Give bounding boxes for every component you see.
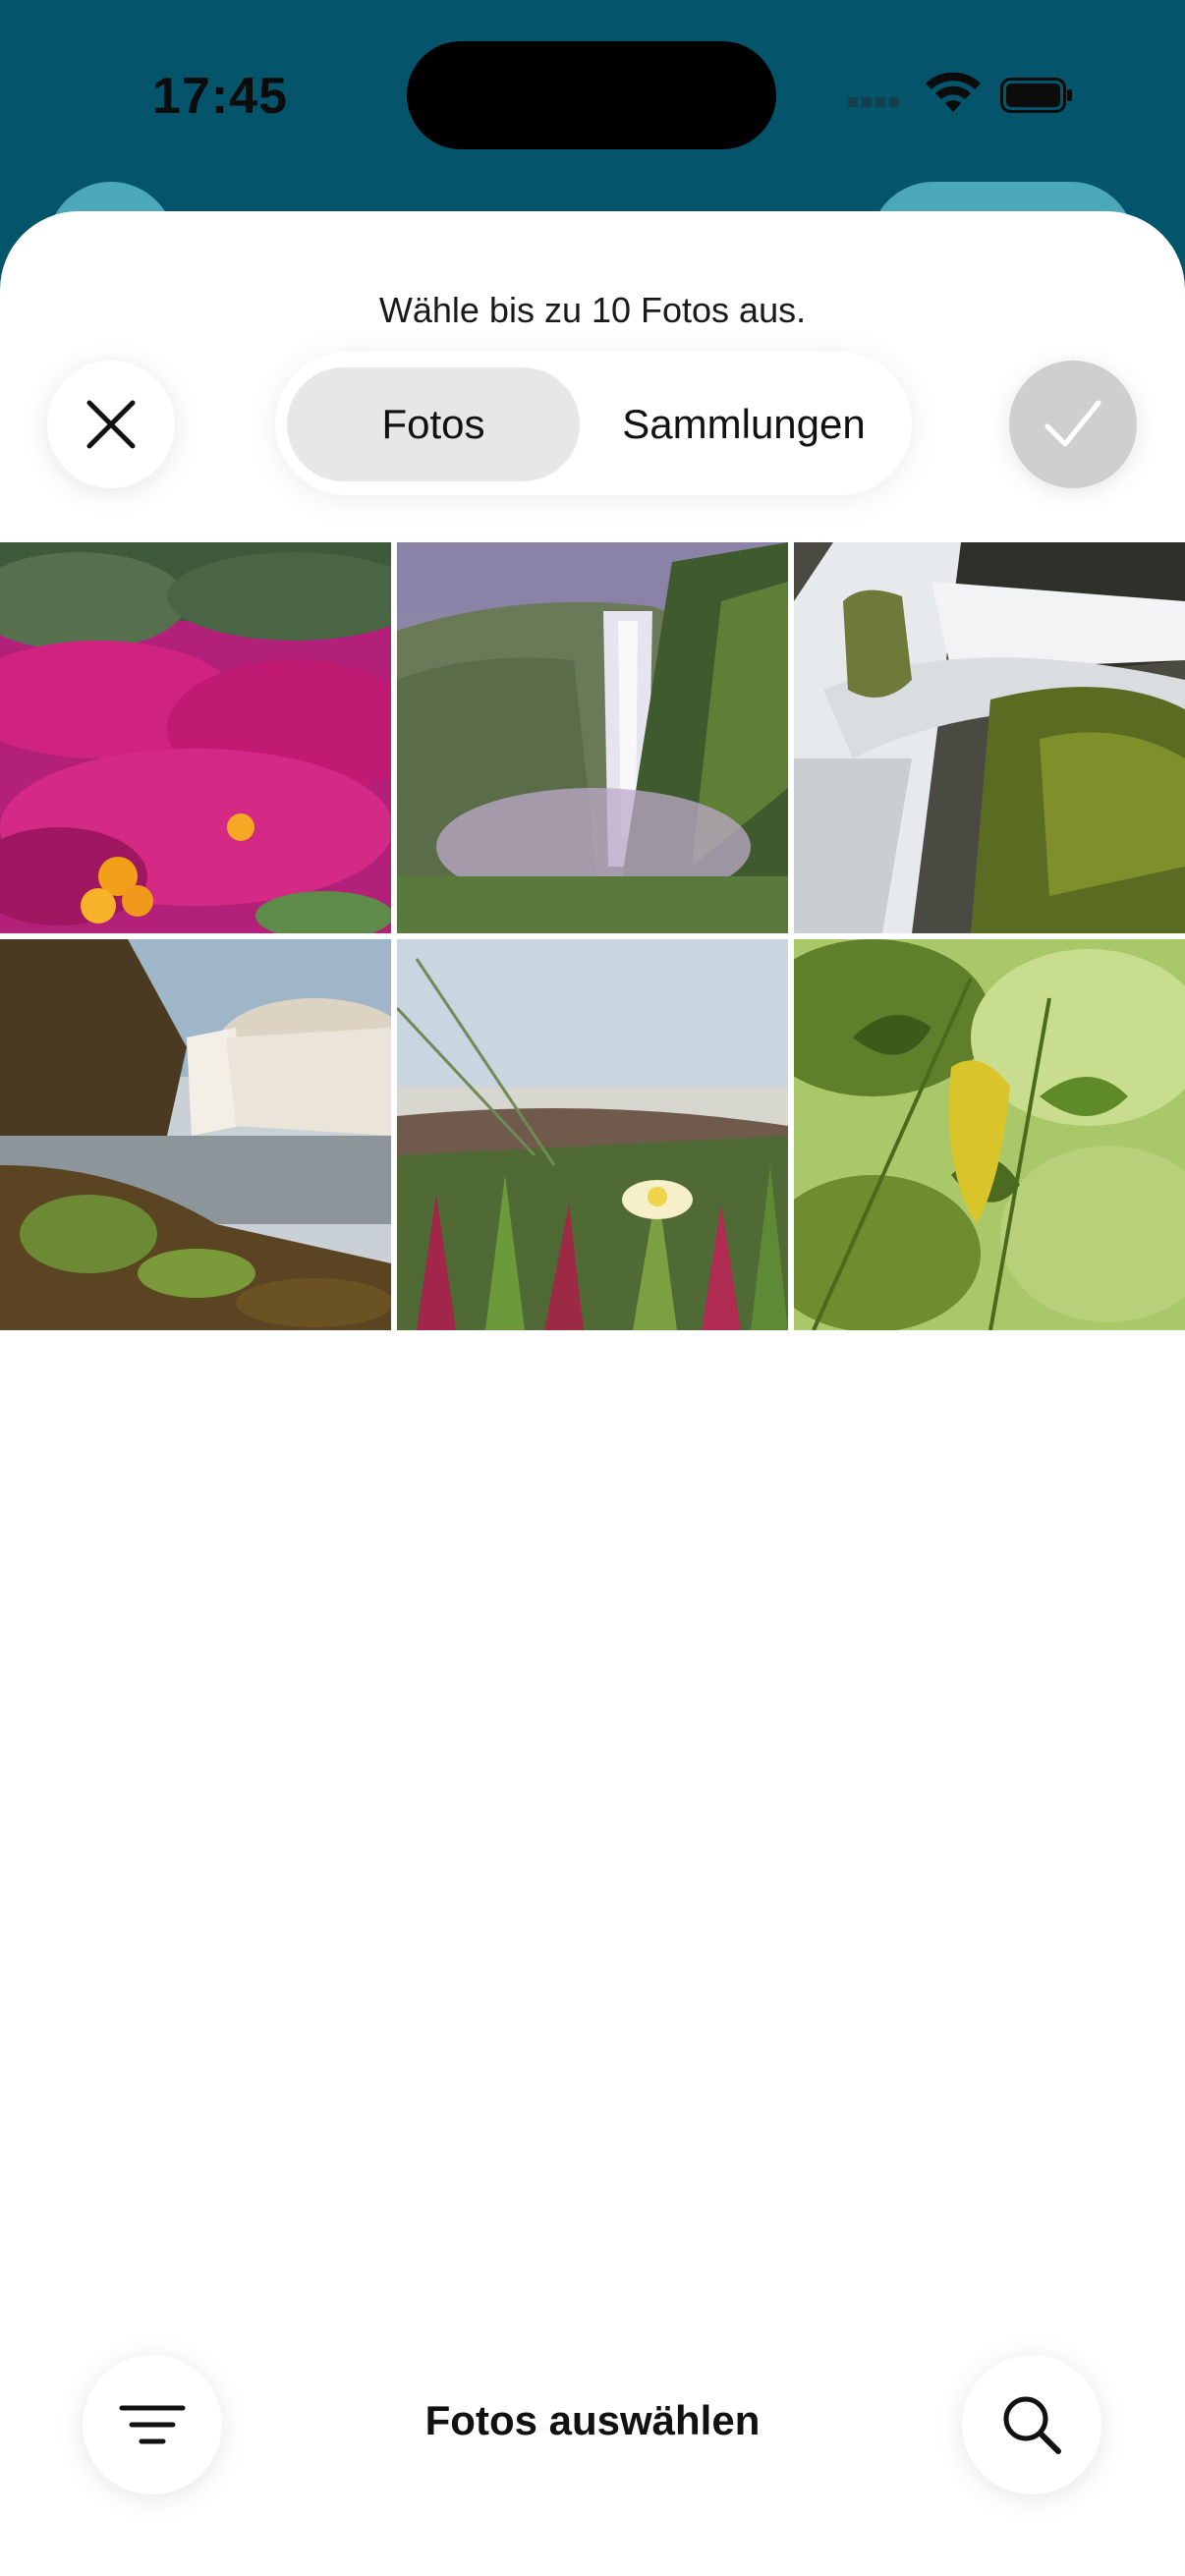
search-icon	[1003, 2396, 1061, 2454]
confirm-button[interactable]	[1009, 361, 1137, 488]
selection-limit-text: Wähle bis zu 10 Fotos aus.	[378, 290, 807, 330]
photo-thumbnail[interactable]	[794, 542, 1185, 933]
photo-thumbnail[interactable]	[0, 542, 391, 933]
cellular-signal-icon	[848, 94, 903, 112]
photo-thumbnail[interactable]	[397, 939, 788, 1330]
close-button[interactable]	[47, 361, 175, 488]
segmented-control: Fotos Sammlungen	[275, 352, 912, 495]
close-icon	[86, 400, 136, 449]
tab-fotos[interactable]: Fotos	[287, 367, 580, 481]
dynamic-island	[407, 41, 776, 149]
battery-icon	[1000, 78, 1072, 113]
status-time: 17:45	[152, 68, 288, 125]
photo-thumbnail[interactable]	[794, 939, 1185, 1330]
tab-sammlungen[interactable]: Sammlungen	[588, 367, 900, 481]
status-bar: 17:45	[0, 0, 1185, 196]
checkmark-icon	[1044, 400, 1101, 447]
photo-thumbnail[interactable]	[397, 542, 788, 933]
wifi-icon	[926, 73, 981, 112]
search-button[interactable]	[962, 2355, 1101, 2494]
photo-thumbnail[interactable]	[0, 939, 391, 1330]
